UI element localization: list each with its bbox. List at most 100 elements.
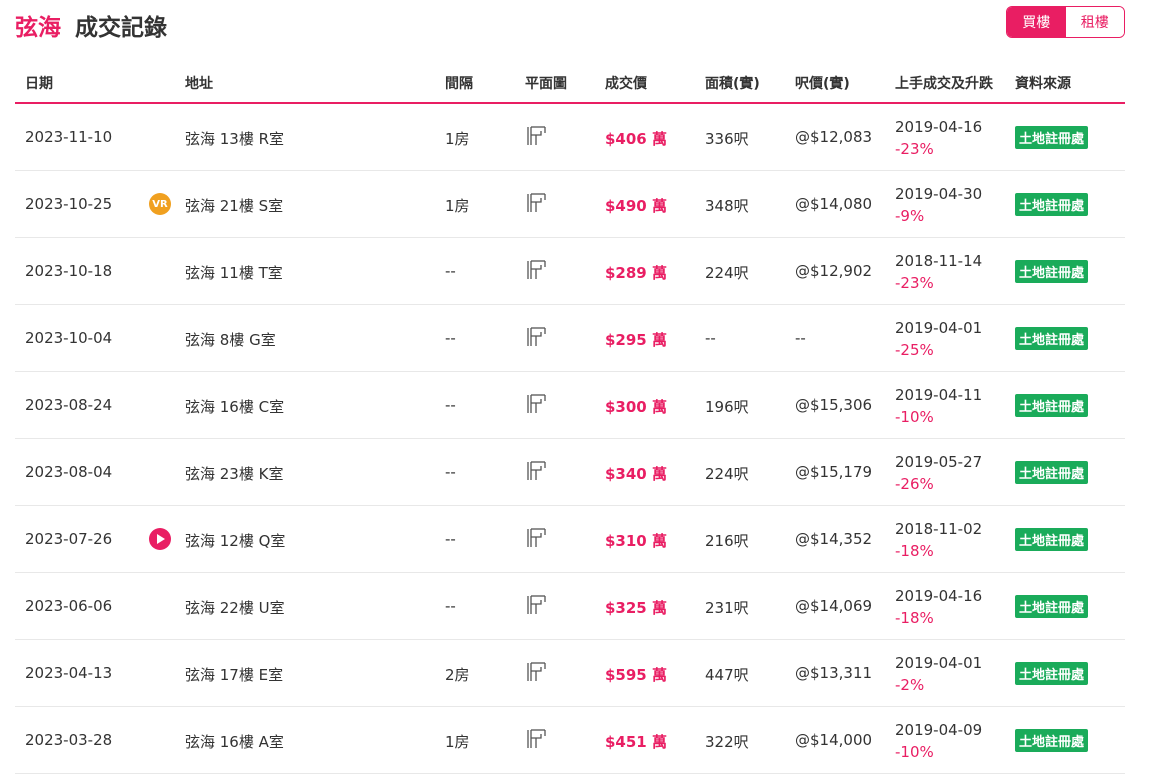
floorplan-icon[interactable] (525, 326, 547, 348)
row-area: 216呎 (705, 532, 749, 550)
col-area: 面積(實) (705, 76, 760, 92)
row-unit-price: @$13,311 (795, 664, 873, 682)
row-price: $325 萬 (605, 599, 667, 617)
row-address[interactable]: 弦海 13樓 R室 (185, 128, 284, 149)
row-date: 2023-10-25 (25, 195, 113, 213)
row-address[interactable]: 弦海 12樓 Q室 (185, 530, 285, 551)
source-badge: 土地註冊處 (1015, 662, 1089, 685)
row-address[interactable]: 弦海 23樓 K室 (185, 463, 283, 484)
row-price: $406 萬 (605, 130, 667, 148)
video-play-icon[interactable] (149, 528, 171, 550)
row-prev-change: -23% (895, 274, 934, 292)
row-area: 231呎 (705, 599, 749, 617)
floorplan-icon[interactable] (525, 259, 547, 281)
table-row[interactable]: 2023-10-25 VR 弦海 21樓 S室 1房 $490 萬 348呎 @… (15, 171, 1125, 238)
row-price: $595 萬 (605, 666, 667, 684)
row-area: -- (705, 329, 716, 347)
row-unit-price: @$12,902 (795, 262, 873, 280)
row-price: $490 萬 (605, 197, 667, 215)
row-address[interactable]: 弦海 21樓 S室 (185, 195, 283, 216)
row-price: $340 萬 (605, 465, 667, 483)
row-prev-transaction: 2019-04-30 -9% (895, 183, 982, 227)
row-rooms: 2房 (445, 666, 470, 684)
col-unit-price: 呎價(實) (795, 76, 850, 92)
table-row[interactable]: 2023-11-10 弦海 13樓 R室 1房 $406 萬 336呎 @$12… (15, 104, 1125, 171)
table-header: 日期 地址 間隔 平面圖 成交價 面積(實) 呎價(實) 上手成交及升跌 資料來… (15, 62, 1125, 104)
col-address: 地址 (185, 76, 213, 92)
row-address[interactable]: 弦海 16樓 A室 (185, 731, 284, 752)
floorplan-icon[interactable] (525, 661, 547, 683)
table-row[interactable]: 2023-07-26 弦海 12樓 Q室 -- $310 萬 216呎 @$14… (15, 506, 1125, 573)
row-unit-price: @$15,306 (795, 396, 873, 414)
floorplan-icon[interactable] (525, 393, 547, 415)
floorplan-icon[interactable] (525, 192, 547, 214)
row-prev-change: -2% (895, 676, 925, 694)
floorplan-icon[interactable] (525, 460, 547, 482)
buy-tab[interactable]: 買樓 (1007, 7, 1066, 37)
row-price: $300 萬 (605, 398, 667, 416)
row-date: 2023-10-18 (25, 262, 113, 280)
table-row[interactable]: 2023-10-18 弦海 11樓 T室 -- $289 萬 224呎 @$12… (15, 238, 1125, 305)
row-address[interactable]: 弦海 22樓 U室 (185, 597, 285, 618)
row-prev-change: -23% (895, 140, 934, 158)
source-badge: 土地註冊處 (1015, 595, 1089, 618)
row-date: 2023-11-10 (25, 128, 113, 146)
row-price: $310 萬 (605, 532, 667, 550)
table-row[interactable]: 2023-08-04 弦海 23樓 K室 -- $340 萬 224呎 @$15… (15, 439, 1125, 506)
table-row[interactable]: 2023-03-28 弦海 16樓 A室 1房 $451 萬 322呎 @$14… (15, 707, 1125, 774)
row-unit-price: @$14,080 (795, 195, 873, 213)
row-unit-price: -- (795, 329, 806, 347)
row-date: 2023-08-04 (25, 463, 113, 481)
source-badge: 土地註冊處 (1015, 394, 1089, 417)
row-price: $289 萬 (605, 264, 667, 282)
row-prev-date: 2019-04-30 (895, 185, 983, 203)
col-source: 資料來源 (1015, 76, 1071, 92)
table-row[interactable]: 2023-06-06 弦海 22樓 U室 -- $325 萬 231呎 @$14… (15, 573, 1125, 640)
row-price: $451 萬 (605, 733, 667, 751)
transaction-list: 2023-11-10 弦海 13樓 R室 1房 $406 萬 336呎 @$12… (15, 104, 1125, 774)
table-row[interactable]: 2023-08-24 弦海 16樓 C室 -- $300 萬 196呎 @$15… (15, 372, 1125, 439)
row-area: 224呎 (705, 465, 749, 483)
vr-icon[interactable]: VR (149, 193, 171, 215)
table-row[interactable]: 2023-04-13 弦海 17樓 E室 2房 $595 萬 447呎 @$13… (15, 640, 1125, 707)
row-prev-transaction: 2019-04-01 -2% (895, 652, 982, 696)
row-date: 2023-03-28 (25, 731, 113, 749)
row-rooms: -- (445, 530, 456, 548)
estate-name: 弦海 (15, 15, 61, 41)
row-prev-date: 2019-05-27 (895, 453, 983, 471)
source-badge: 土地註冊處 (1015, 729, 1089, 752)
row-area: 336呎 (705, 130, 749, 148)
table-row[interactable]: 2023-10-04 弦海 8樓 G室 -- $295 萬 -- -- 2019… (15, 305, 1125, 372)
row-prev-transaction: 2018-11-02 -18% (895, 518, 982, 562)
row-price: $295 萬 (605, 331, 667, 349)
row-address[interactable]: 弦海 11樓 T室 (185, 262, 283, 283)
rent-tab[interactable]: 租樓 (1065, 7, 1124, 37)
floorplan-icon[interactable] (525, 728, 547, 750)
row-date: 2023-08-24 (25, 396, 113, 414)
page-title: 成交記錄 (75, 15, 167, 41)
source-badge: 土地註冊處 (1015, 193, 1089, 216)
floorplan-icon[interactable] (525, 125, 547, 147)
floorplan-icon[interactable] (525, 527, 547, 549)
row-address[interactable]: 弦海 17樓 E室 (185, 664, 283, 685)
row-address[interactable]: 弦海 8樓 G室 (185, 329, 276, 350)
col-price: 成交價 (605, 76, 647, 92)
col-floorplan: 平面圖 (525, 76, 567, 92)
row-area: 196呎 (705, 398, 749, 416)
row-date: 2023-07-26 (25, 530, 113, 548)
row-prev-transaction: 2018-11-14 -23% (895, 250, 982, 294)
row-address[interactable]: 弦海 16樓 C室 (185, 396, 284, 417)
col-prev: 上手成交及升跌 (895, 76, 993, 92)
row-prev-change: -26% (895, 475, 934, 493)
floorplan-icon[interactable] (525, 594, 547, 616)
row-date: 2023-04-13 (25, 664, 113, 682)
page-header: 弦海 成交記錄 買樓 租樓 (15, 6, 1125, 42)
row-prev-transaction: 2019-04-09 -10% (895, 719, 982, 763)
row-prev-transaction: 2019-04-16 -18% (895, 585, 982, 629)
row-prev-transaction: 2019-05-27 -26% (895, 451, 982, 495)
row-prev-transaction: 2019-04-01 -25% (895, 317, 982, 361)
row-rooms: -- (445, 262, 456, 280)
row-prev-date: 2019-04-09 (895, 721, 983, 739)
row-rooms: -- (445, 597, 456, 615)
row-prev-change: -18% (895, 609, 934, 627)
